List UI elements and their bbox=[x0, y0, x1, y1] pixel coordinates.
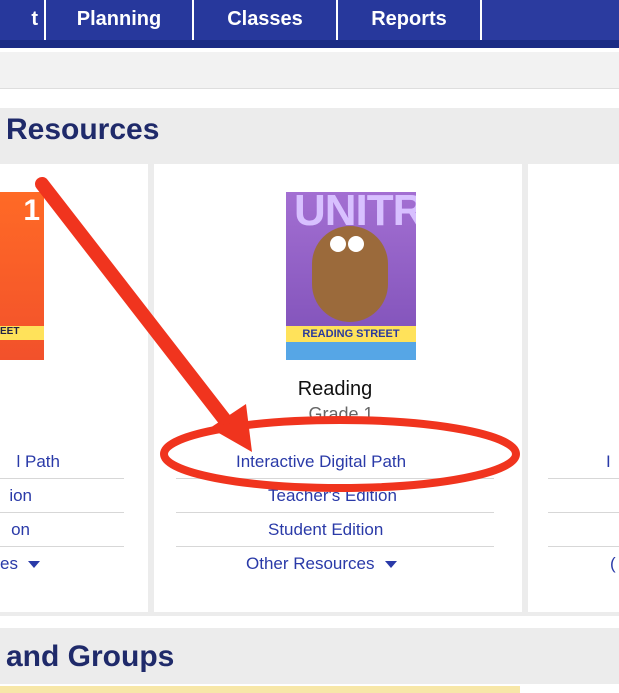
red-oval-annotation bbox=[160, 416, 520, 492]
annotation-overlay bbox=[35, 177, 520, 492]
red-arrow-annotation bbox=[35, 177, 252, 452]
